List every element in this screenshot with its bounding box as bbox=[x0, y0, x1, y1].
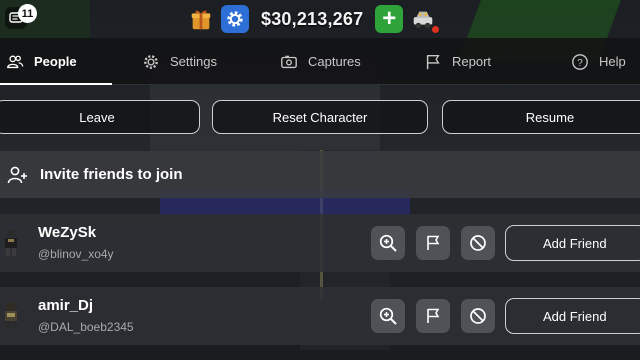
tab-label: Help bbox=[599, 54, 626, 69]
tab-help[interactable]: ? Help bbox=[571, 38, 626, 85]
add-person-icon bbox=[7, 166, 27, 183]
notification-badge: 11 bbox=[18, 4, 37, 23]
player-display-name: WeZySk bbox=[38, 224, 97, 241]
top-hud: 11 $30,213,267 + bbox=[0, 0, 640, 36]
tab-label: Captures bbox=[308, 54, 361, 69]
gear-icon bbox=[227, 11, 243, 27]
flag-icon bbox=[427, 308, 440, 323]
zoom-in-icon bbox=[379, 234, 397, 252]
zoom-in-icon bbox=[379, 307, 397, 325]
tab-captures[interactable]: Captures bbox=[280, 38, 361, 85]
leave-button[interactable]: Leave bbox=[0, 100, 200, 134]
people-icon bbox=[7, 54, 24, 68]
tab-people[interactable]: People bbox=[6, 38, 77, 85]
gift-icon bbox=[191, 10, 211, 30]
inspect-button[interactable] bbox=[371, 299, 405, 333]
invite-friends-button[interactable]: Invite friends to join bbox=[0, 151, 640, 198]
svg-text:?: ? bbox=[577, 57, 583, 68]
add-friend-button[interactable]: Add Friend bbox=[505, 298, 640, 334]
tab-settings[interactable]: Settings bbox=[142, 38, 217, 85]
avatar bbox=[5, 303, 17, 329]
vehicle-button[interactable] bbox=[409, 5, 440, 33]
block-player-button[interactable] bbox=[461, 226, 495, 260]
add-friend-button[interactable]: Add Friend bbox=[505, 225, 640, 261]
gear-icon bbox=[144, 54, 158, 69]
report-player-button[interactable] bbox=[416, 226, 450, 260]
menu-tab-bar: People Settings Captures Report ? Help bbox=[0, 38, 640, 85]
inspect-button[interactable] bbox=[371, 226, 405, 260]
help-icon: ? bbox=[572, 53, 588, 70]
action-buttons: Leave Reset Character Resume bbox=[0, 100, 640, 134]
player-username: @blinov_xo4y bbox=[38, 247, 114, 261]
money-display: $30,213,267 bbox=[261, 8, 364, 29]
camera-icon bbox=[281, 55, 297, 68]
invite-label: Invite friends to join bbox=[40, 166, 183, 183]
gift-button[interactable] bbox=[187, 5, 215, 33]
avatar bbox=[5, 230, 17, 256]
flag-icon bbox=[426, 54, 440, 69]
player-row: WeZySk @blinov_xo4y Add Friend bbox=[0, 214, 640, 272]
buy-currency-button[interactable]: + bbox=[375, 5, 404, 33]
alert-dot bbox=[432, 26, 440, 33]
tab-report[interactable]: Report bbox=[424, 38, 491, 85]
player-display-name: amir_Dj bbox=[38, 297, 94, 314]
tab-label: Settings bbox=[170, 54, 217, 69]
resume-button[interactable]: Resume bbox=[442, 100, 640, 134]
flag-icon bbox=[427, 235, 440, 250]
reset-character-button[interactable]: Reset Character bbox=[212, 100, 428, 134]
game-settings-button[interactable] bbox=[221, 5, 249, 33]
block-icon bbox=[470, 308, 486, 324]
report-player-button[interactable] bbox=[416, 299, 450, 333]
block-icon bbox=[470, 235, 486, 251]
player-row: amir_Dj @DAL_boeb2345 Add Friend bbox=[0, 287, 640, 345]
hud-center-group: $30,213,267 + bbox=[187, 4, 440, 34]
block-player-button[interactable] bbox=[461, 299, 495, 333]
active-tab-indicator bbox=[0, 83, 112, 85]
player-username: @DAL_boeb2345 bbox=[38, 320, 134, 334]
tab-label: People bbox=[34, 54, 77, 69]
tab-label: Report bbox=[452, 54, 492, 69]
